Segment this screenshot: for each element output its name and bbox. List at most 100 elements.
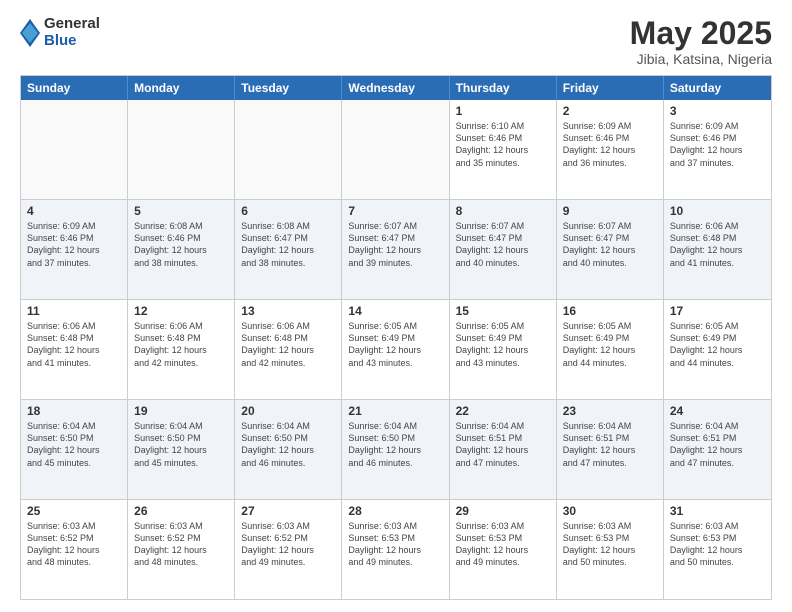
day-number-16: 16 <box>563 304 657 318</box>
logo-general-text: General <box>44 16 100 33</box>
day-info-1: Sunrise: 6:10 AMSunset: 6:46 PMDaylight:… <box>456 120 550 169</box>
day-cell-9: 9 Sunrise: 6:07 AMSunset: 6:47 PMDaylight… <box>557 200 664 299</box>
week-row-2: 4 Sunrise: 6:09 AMSunset: 6:46 PMDaylight… <box>21 200 771 300</box>
calendar: Sunday Monday Tuesday Wednesday Thursday… <box>20 75 772 600</box>
empty-cell <box>235 100 342 199</box>
day-number-17: 17 <box>670 304 765 318</box>
day-number-9: 9 <box>563 204 657 218</box>
empty-cell <box>128 100 235 199</box>
day-number-2: 2 <box>563 104 657 118</box>
day-info-16: Sunrise: 6:05 AMSunset: 6:49 PMDaylight:… <box>563 320 657 369</box>
day-cell-3: 3Sunrise: 6:09 AMSunset: 6:46 PMDaylight… <box>664 100 771 199</box>
day-cell-19: 19Sunrise: 6:04 AMSunset: 6:50 PMDayligh… <box>128 400 235 499</box>
day-info-8: Sunrise: 6:07 AMSunset: 6:47 PMDaylight:… <box>456 220 550 269</box>
logo-text: General Blue <box>44 16 100 49</box>
day-cell-4: 4 Sunrise: 6:09 AMSunset: 6:46 PMDaylight… <box>21 200 128 299</box>
day-info-12: Sunrise: 6:06 AMSunset: 6:48 PMDaylight:… <box>134 320 228 369</box>
day-number-30: 30 <box>563 504 657 518</box>
day-info-10: Sunrise: 6:06 AMSunset: 6:48 PMDaylight:… <box>670 220 765 269</box>
day-number-20: 20 <box>241 404 335 418</box>
day-cell-17: 17Sunrise: 6:05 AMSunset: 6:49 PMDayligh… <box>664 300 771 399</box>
header-thursday: Thursday <box>450 76 557 100</box>
day-cell-16: 16 Sunrise: 6:05 AMSunset: 6:49 PMDayligh… <box>557 300 664 399</box>
week-row-1: 1Sunrise: 6:10 AMSunset: 6:46 PMDaylight… <box>21 100 771 200</box>
day-number-4: 4 <box>27 204 121 218</box>
day-number-31: 31 <box>670 504 765 518</box>
day-cell-6: 6Sunrise: 6:08 AMSunset: 6:47 PMDaylight… <box>235 200 342 299</box>
day-cell-21: 21 Sunrise: 6:04 AMSunset: 6:50 PMDayligh… <box>342 400 449 499</box>
day-cell-10: 10 Sunrise: 6:06 AMSunset: 6:48 PMDayligh… <box>664 200 771 299</box>
empty-cell <box>21 100 128 199</box>
week-row-3: 11 Sunrise: 6:06 AMSunset: 6:48 PMDayligh… <box>21 300 771 400</box>
day-number-22: 22 <box>456 404 550 418</box>
day-cell-26: 26Sunrise: 6:03 AMSunset: 6:52 PMDayligh… <box>128 500 235 599</box>
day-cell-8: 8 Sunrise: 6:07 AMSunset: 6:47 PMDaylight… <box>450 200 557 299</box>
day-number-8: 8 <box>456 204 550 218</box>
logo-icon <box>20 19 40 47</box>
day-cell-7: 7Sunrise: 6:07 AMSunset: 6:47 PMDaylight… <box>342 200 449 299</box>
day-info-9: Sunrise: 6:07 AMSunset: 6:47 PMDaylight:… <box>563 220 657 269</box>
day-info-13: Sunrise: 6:06 AMSunset: 6:48 PMDaylight:… <box>241 320 335 369</box>
header-tuesday: Tuesday <box>235 76 342 100</box>
calendar-body: 1Sunrise: 6:10 AMSunset: 6:46 PMDaylight… <box>21 100 771 599</box>
day-number-12: 12 <box>134 304 228 318</box>
day-info-5: Sunrise: 6:08 AMSunset: 6:46 PMDaylight:… <box>134 220 228 269</box>
day-info-23: Sunrise: 6:04 AMSunset: 6:51 PMDaylight:… <box>563 420 657 469</box>
day-number-10: 10 <box>670 204 765 218</box>
day-info-11: Sunrise: 6:06 AMSunset: 6:48 PMDaylight:… <box>27 320 121 369</box>
empty-cell <box>342 100 449 199</box>
day-info-4: Sunrise: 6:09 AMSunset: 6:46 PMDaylight:… <box>27 220 121 269</box>
day-number-28: 28 <box>348 504 442 518</box>
location-subtitle: Jibia, Katsina, Nigeria <box>630 51 772 67</box>
day-info-14: Sunrise: 6:05 AMSunset: 6:49 PMDaylight:… <box>348 320 442 369</box>
day-cell-28: 28 Sunrise: 6:03 AMSunset: 6:53 PMDayligh… <box>342 500 449 599</box>
day-number-26: 26 <box>134 504 228 518</box>
day-cell-18: 18Sunrise: 6:04 AMSunset: 6:50 PMDayligh… <box>21 400 128 499</box>
day-info-30: Sunrise: 6:03 AMSunset: 6:53 PMDaylight:… <box>563 520 657 569</box>
day-number-7: 7 <box>348 204 442 218</box>
day-number-29: 29 <box>456 504 550 518</box>
day-number-6: 6 <box>241 204 335 218</box>
day-cell-29: 29Sunrise: 6:03 AMSunset: 6:53 PMDayligh… <box>450 500 557 599</box>
header-monday: Monday <box>128 76 235 100</box>
page: General Blue May 2025 Jibia, Katsina, Ni… <box>0 0 792 612</box>
day-number-15: 15 <box>456 304 550 318</box>
day-cell-2: 2 Sunrise: 6:09 AMSunset: 6:46 PMDaylight… <box>557 100 664 199</box>
day-number-24: 24 <box>670 404 765 418</box>
month-title: May 2025 <box>630 16 772 51</box>
day-cell-5: 5 Sunrise: 6:08 AMSunset: 6:46 PMDaylight… <box>128 200 235 299</box>
day-info-31: Sunrise: 6:03 AMSunset: 6:53 PMDaylight:… <box>670 520 765 569</box>
day-info-3: Sunrise: 6:09 AMSunset: 6:46 PMDaylight:… <box>670 120 765 169</box>
day-info-19: Sunrise: 6:04 AMSunset: 6:50 PMDaylight:… <box>134 420 228 469</box>
day-cell-11: 11 Sunrise: 6:06 AMSunset: 6:48 PMDayligh… <box>21 300 128 399</box>
day-info-25: Sunrise: 6:03 AMSunset: 6:52 PMDaylight:… <box>27 520 121 569</box>
day-cell-12: 12 Sunrise: 6:06 AMSunset: 6:48 PMDayligh… <box>128 300 235 399</box>
day-number-13: 13 <box>241 304 335 318</box>
day-cell-24: 24Sunrise: 6:04 AMSunset: 6:51 PMDayligh… <box>664 400 771 499</box>
day-number-18: 18 <box>27 404 121 418</box>
day-cell-22: 22 Sunrise: 6:04 AMSunset: 6:51 PMDayligh… <box>450 400 557 499</box>
day-info-22: Sunrise: 6:04 AMSunset: 6:51 PMDaylight:… <box>456 420 550 469</box>
day-cell-23: 23Sunrise: 6:04 AMSunset: 6:51 PMDayligh… <box>557 400 664 499</box>
header-saturday: Saturday <box>664 76 771 100</box>
day-number-21: 21 <box>348 404 442 418</box>
logo-blue-text: Blue <box>44 33 100 50</box>
day-number-11: 11 <box>27 304 121 318</box>
day-info-27: Sunrise: 6:03 AMSunset: 6:52 PMDaylight:… <box>241 520 335 569</box>
day-number-14: 14 <box>348 304 442 318</box>
day-info-15: Sunrise: 6:05 AMSunset: 6:49 PMDaylight:… <box>456 320 550 369</box>
day-cell-25: 25 Sunrise: 6:03 AMSunset: 6:52 PMDayligh… <box>21 500 128 599</box>
day-cell-15: 15 Sunrise: 6:05 AMSunset: 6:49 PMDayligh… <box>450 300 557 399</box>
day-info-21: Sunrise: 6:04 AMSunset: 6:50 PMDaylight:… <box>348 420 442 469</box>
day-cell-14: 14 Sunrise: 6:05 AMSunset: 6:49 PMDayligh… <box>342 300 449 399</box>
header: General Blue May 2025 Jibia, Katsina, Ni… <box>20 16 772 67</box>
logo: General Blue <box>20 16 100 49</box>
week-row-5: 25 Sunrise: 6:03 AMSunset: 6:52 PMDayligh… <box>21 500 771 599</box>
day-info-28: Sunrise: 6:03 AMSunset: 6:53 PMDaylight:… <box>348 520 442 569</box>
day-number-5: 5 <box>134 204 228 218</box>
day-info-2: Sunrise: 6:09 AMSunset: 6:46 PMDaylight:… <box>563 120 657 169</box>
week-row-4: 18 Sunrise: 6:04 AMSunset: 6:50 PMDayligh… <box>21 400 771 500</box>
day-number-25: 25 <box>27 504 121 518</box>
header-friday: Friday <box>557 76 664 100</box>
header-wednesday: Wednesday <box>342 76 449 100</box>
